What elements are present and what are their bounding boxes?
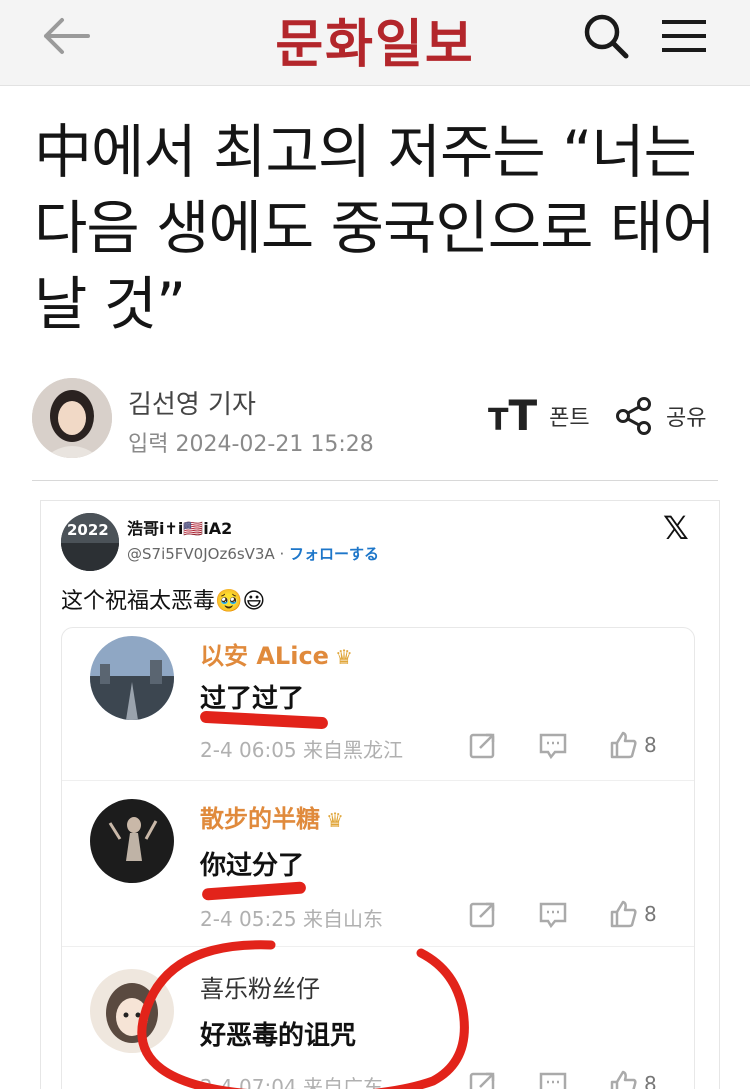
comment-meta: 2-4 06:05 来自黑龙江 <box>200 738 404 762</box>
thumbs-up-icon <box>610 900 637 928</box>
svg-text:2022: 2022 <box>67 521 109 539</box>
commenter-avatar <box>90 799 174 883</box>
tweet-avatar: 2022 <box>61 513 119 571</box>
thumbs-up-icon <box>610 731 637 759</box>
article-headline: 中에서 최고의 저주는 “너는 다음 생에도 중국인으로 태어날 것” <box>34 118 716 338</box>
font-size-icon: TT <box>488 391 538 440</box>
comment-icon <box>539 1072 567 1089</box>
byline-divider <box>32 480 718 481</box>
author-name: 김선영 기자 <box>128 390 256 420</box>
share-button[interactable]: 공유 <box>614 394 724 438</box>
red-underline-annotation <box>199 710 329 730</box>
tweet-author-name: 浩哥i✝i🇺🇸iA2 <box>127 519 233 538</box>
tweet-text: 这个祝福太恶毒🥹😃 <box>61 589 266 614</box>
list-item: 散步的半糖 ♛ 你过分了 2-4 05:25 来自山东 8 <box>62 780 694 948</box>
comment-text: 过了过了 <box>200 684 305 714</box>
external-share-icon <box>469 733 495 759</box>
tweet-handle-text: @S7i5FV0JOz6sV3A · <box>127 545 290 563</box>
brand-logo[interactable]: 문화일보 <box>0 2 750 77</box>
comment-icon <box>539 733 567 760</box>
comment-text: 好恶毒的诅咒 <box>200 1021 357 1051</box>
hamburger-menu-icon <box>662 20 706 52</box>
share-label: 공유 <box>666 406 707 431</box>
author-avatar <box>32 378 112 458</box>
share-comment-button[interactable] <box>468 730 508 760</box>
crown-icon: ♛ <box>326 808 344 832</box>
like-count: 8 <box>644 733 657 757</box>
commenter-name-text: 以安 ALice <box>200 642 329 670</box>
like-button[interactable]: 8 <box>608 730 678 760</box>
commenter-name-text: 喜乐粉丝仔 <box>200 975 320 1003</box>
red-underline-annotation <box>201 881 307 901</box>
x-logo-icon[interactable]: 𝕏 <box>663 509 689 547</box>
commenter-name: 以安 ALice ♛ <box>200 636 353 671</box>
search-button[interactable] <box>580 10 632 62</box>
list-item: 喜乐粉丝仔 好恶毒的诅咒 2-4 07:04 来自广东 8 <box>62 946 694 1089</box>
embedded-tweet-image: 2022 浩哥i✝i🇺🇸iA2 @S7i5FV0JOz6sV3A · フォローす… <box>40 500 720 1089</box>
commenter-name: 散步的半糖 ♛ <box>200 799 344 834</box>
menu-button[interactable] <box>656 12 712 60</box>
comment-icon <box>539 902 567 929</box>
font-size-label: 폰트 <box>549 406 590 431</box>
list-item: 以安 ALice ♛ 过了过了 2-4 06:05 来自黑龙江 8 <box>62 628 694 796</box>
like-count: 8 <box>644 1072 657 1089</box>
share-icon <box>616 397 651 435</box>
publish-date: 입력 2024-02-21 15:28 <box>128 432 374 457</box>
like-button[interactable]: 8 <box>608 1069 678 1089</box>
reply-button[interactable] <box>538 730 578 760</box>
external-share-icon <box>469 1072 495 1089</box>
commenter-name: 喜乐粉丝仔 <box>200 969 320 1004</box>
commenter-avatar <box>90 636 174 720</box>
comment-text: 你过分了 <box>200 851 305 881</box>
share-comment-button[interactable] <box>468 1069 508 1089</box>
follow-button[interactable]: フォローする <box>289 545 379 563</box>
reply-button[interactable] <box>538 1069 578 1089</box>
font-size-button[interactable]: TT 폰트 <box>488 391 598 440</box>
search-icon <box>584 14 629 59</box>
commenter-avatar <box>90 969 174 1053</box>
tweet-handle: @S7i5FV0JOz6sV3A · フォローする <box>127 543 379 564</box>
like-button[interactable]: 8 <box>608 899 678 929</box>
share-comment-button[interactable] <box>468 899 508 929</box>
comment-list: 以安 ALice ♛ 过了过了 2-4 06:05 来自黑龙江 8 散步的半糖 … <box>61 627 695 1089</box>
like-count: 8 <box>644 902 657 926</box>
top-bar: 문화일보 <box>0 0 750 86</box>
commenter-name-text: 散步的半糖 <box>200 805 320 833</box>
thumbs-up-icon <box>610 1070 637 1089</box>
comment-meta: 2-4 07:04 来自广东 <box>200 1075 384 1089</box>
external-share-icon <box>469 902 495 928</box>
reply-button[interactable] <box>538 899 578 929</box>
comment-meta: 2-4 05:25 来自山东 <box>200 907 384 931</box>
crown-icon: ♛ <box>334 645 353 669</box>
